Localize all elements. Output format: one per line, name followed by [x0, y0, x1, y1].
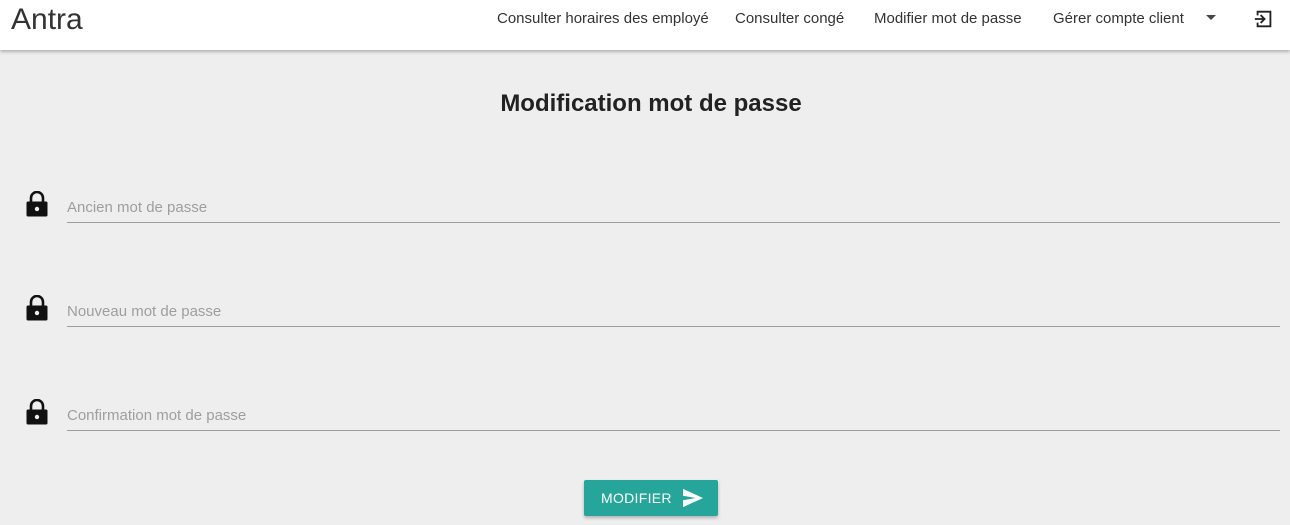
- submit-button[interactable]: MODIFIER: [584, 480, 718, 516]
- lock-icon: [26, 399, 48, 425]
- old-password-input[interactable]: [67, 193, 1280, 223]
- page-title: Modification mot de passe: [500, 90, 802, 117]
- nav-item-consulter-horaires[interactable]: Consulter horaires des employé: [497, 10, 709, 28]
- old-password-row: [0, 190, 1290, 250]
- new-password-row: [0, 294, 1290, 354]
- confirm-password-input[interactable]: [67, 401, 1280, 431]
- nav-links: Consulter horaires des employé Consulter…: [0, 0, 1290, 40]
- nav-item-consulter-conge[interactable]: Consulter congé: [735, 10, 844, 28]
- lock-icon: [26, 295, 48, 321]
- submit-button-label: MODIFIER: [601, 490, 672, 506]
- confirm-password-row: [0, 398, 1290, 458]
- nav-item-modifier-mot-de-passe[interactable]: Modifier mot de passe: [874, 10, 1022, 28]
- new-password-input[interactable]: [67, 297, 1280, 327]
- caret-down-icon[interactable]: [1206, 15, 1216, 20]
- send-icon: [683, 488, 703, 508]
- logout-icon[interactable]: [1253, 8, 1275, 30]
- navbar: Antra Consulter horaires des employé Con…: [0, 0, 1290, 50]
- lock-icon: [26, 191, 48, 217]
- nav-item-gerer-compte-client[interactable]: Gérer compte client: [1053, 10, 1184, 28]
